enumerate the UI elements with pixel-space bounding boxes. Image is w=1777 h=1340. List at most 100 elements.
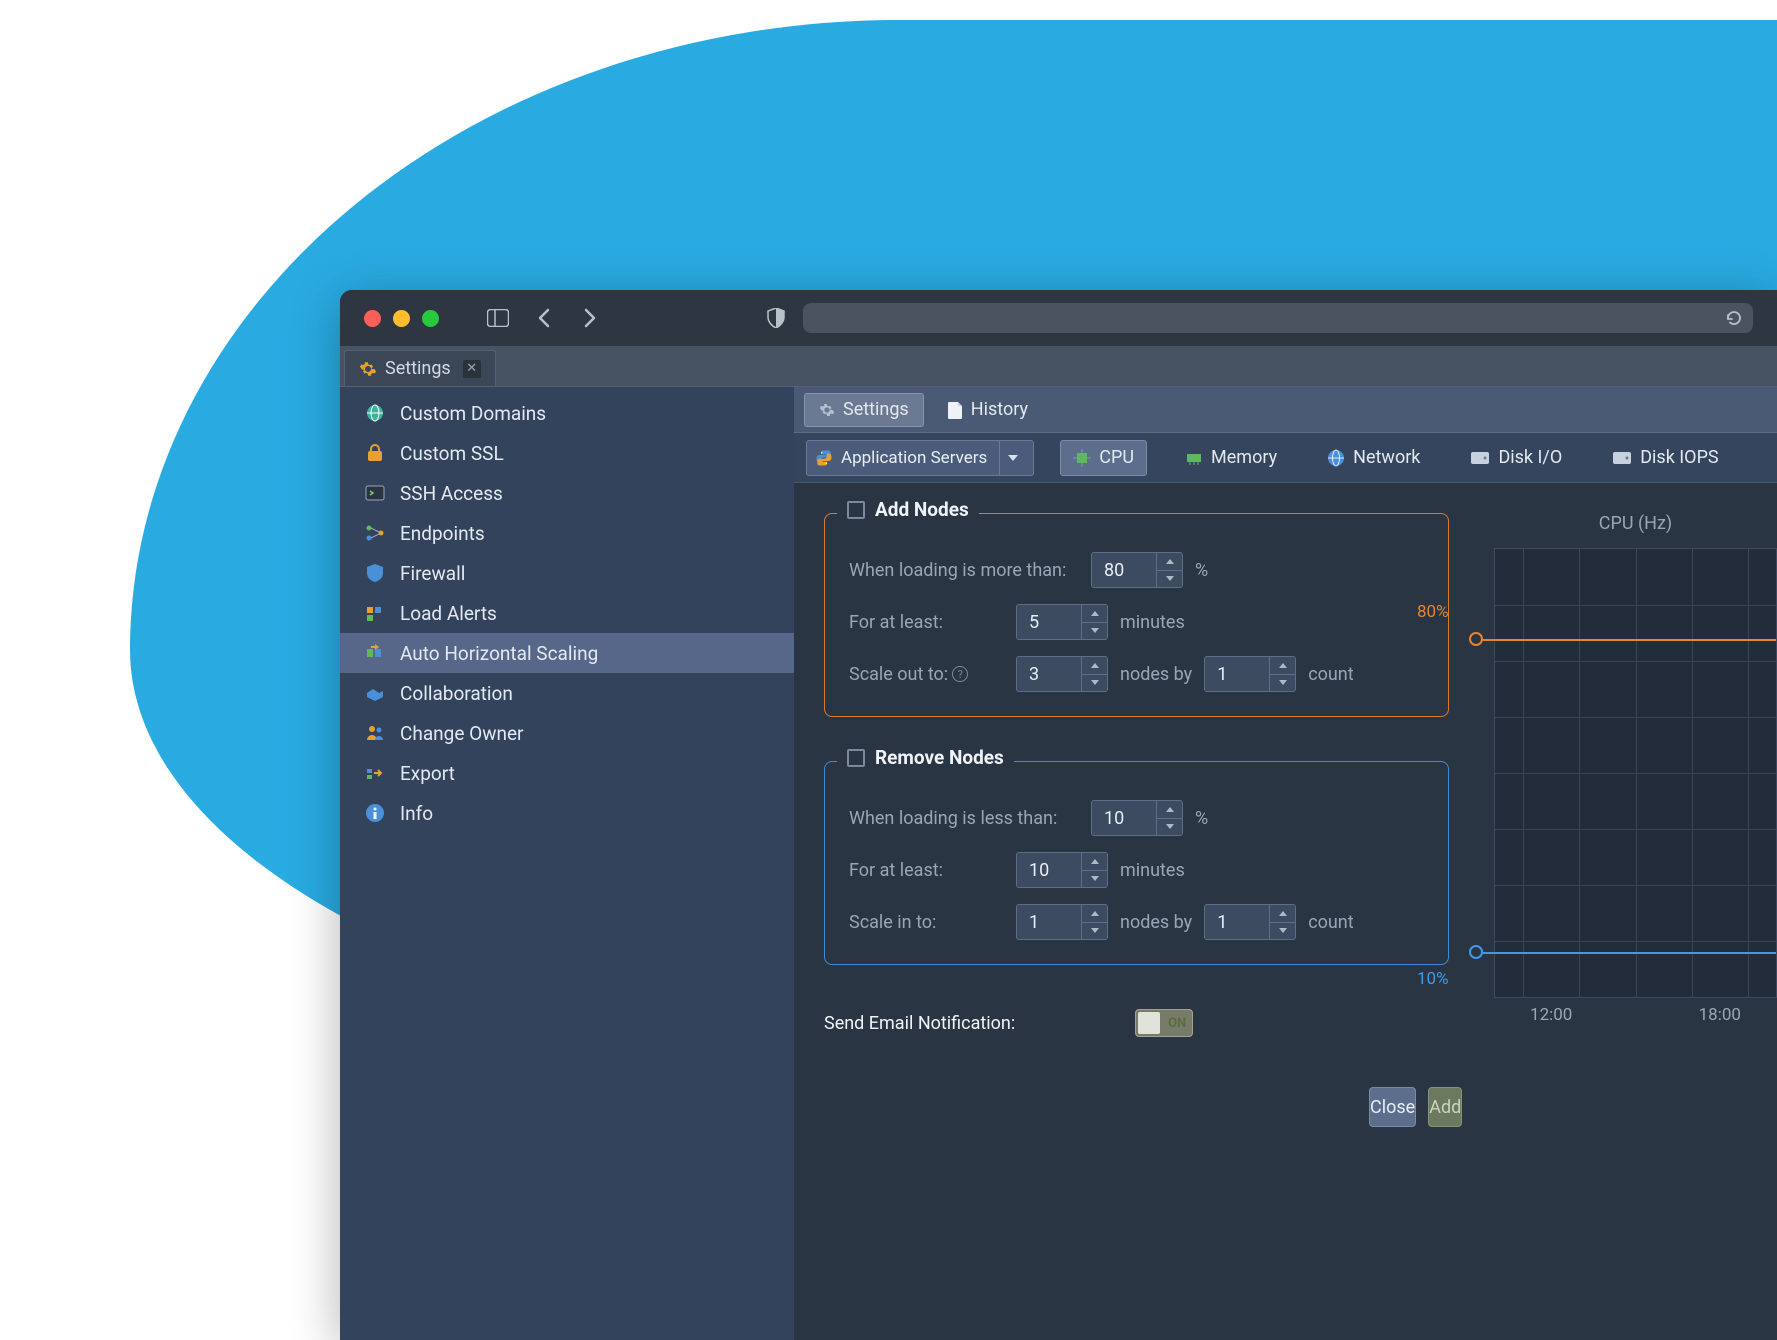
close-icon[interactable]: ✕ xyxy=(463,360,481,378)
export-icon xyxy=(364,762,386,784)
add-duration-input[interactable]: 5 xyxy=(1016,604,1108,640)
gear-icon xyxy=(819,402,835,418)
chart-title: CPU (Hz) xyxy=(1494,513,1777,534)
metric-disk-iops[interactable]: Disk IOPS xyxy=(1600,440,1730,476)
metric-label: CPU xyxy=(1099,447,1134,468)
close-button[interactable]: Close xyxy=(1369,1087,1416,1127)
scale-out-threshold-line xyxy=(1473,639,1776,641)
decrement-icon[interactable] xyxy=(1157,819,1182,836)
increment-icon[interactable] xyxy=(1157,801,1182,819)
url-bar[interactable] xyxy=(803,303,1753,333)
decrement-icon[interactable] xyxy=(1082,623,1107,640)
scale-out-threshold-handle[interactable] xyxy=(1469,632,1483,646)
sidebar-item-change-owner[interactable]: Change Owner xyxy=(340,713,794,753)
metric-network[interactable]: Network xyxy=(1315,440,1432,476)
metric-disk-io[interactable]: Disk I/O xyxy=(1458,440,1574,476)
scale-out-threshold-label: 80% xyxy=(1417,602,1449,622)
load-threshold-label: When loading is more than: xyxy=(849,560,1079,581)
add-scale-by-input[interactable]: 1 xyxy=(1204,656,1296,692)
decrement-icon[interactable] xyxy=(1082,871,1107,888)
remove-scale-to-input[interactable]: 1 xyxy=(1016,904,1108,940)
add-nodes-checkbox[interactable] xyxy=(847,501,865,519)
increment-icon[interactable] xyxy=(1157,553,1182,571)
increment-icon[interactable] xyxy=(1082,905,1107,923)
forward-button[interactable] xyxy=(577,305,603,331)
sidebar-toggle-icon[interactable] xyxy=(485,305,511,331)
nodes-by-label: nodes by xyxy=(1120,912,1192,933)
decrement-icon[interactable] xyxy=(1082,923,1107,940)
sidebar-item-auto-horizontal-scaling[interactable]: Auto Horizontal Scaling xyxy=(340,633,794,673)
minimize-window-icon[interactable] xyxy=(393,310,410,327)
email-notification-label: Send Email Notification: xyxy=(824,1013,1015,1034)
increment-icon[interactable] xyxy=(1270,657,1295,675)
decrement-icon[interactable] xyxy=(1270,675,1295,692)
sidebar-item-collaboration[interactable]: Collaboration xyxy=(340,673,794,713)
metric-toolbar: Application Servers CPU Memory Network D… xyxy=(794,433,1777,483)
increment-icon[interactable] xyxy=(1082,853,1107,871)
sidebar-item-label: Collaboration xyxy=(400,682,513,705)
sidebar-item-info[interactable]: Info xyxy=(340,793,794,833)
browser-toolbar xyxy=(340,290,1777,346)
increment-icon[interactable] xyxy=(1082,605,1107,623)
tab-settings[interactable]: Settings ✕ xyxy=(344,350,496,386)
metric-memory[interactable]: Memory xyxy=(1173,440,1289,476)
users-icon xyxy=(364,722,386,744)
settings-sidebar: Custom Domains Custom SSL SSH Access End… xyxy=(340,387,794,1340)
x-axis-tick: 12:00 xyxy=(1530,1005,1572,1025)
metric-label: Disk IOPS xyxy=(1640,447,1718,468)
main-panel: Settings History Application Servers CPU… xyxy=(794,387,1777,1340)
remove-scale-by-input[interactable]: 1 xyxy=(1204,904,1296,940)
add-scale-to-input[interactable]: 3 xyxy=(1016,656,1108,692)
browser-window: Settings ✕ Custom Domains Custom SSL SSH… xyxy=(340,290,1777,1340)
close-window-icon[interactable] xyxy=(364,310,381,327)
sub-tab-history[interactable]: History xyxy=(934,393,1042,427)
remove-nodes-panel: Remove Nodes When loading is less than: … xyxy=(824,761,1449,965)
increment-icon[interactable] xyxy=(1082,657,1107,675)
sidebar-item-label: Custom Domains xyxy=(400,402,546,425)
reload-icon[interactable] xyxy=(1725,309,1743,327)
sidebar-item-custom-ssl[interactable]: Custom SSL xyxy=(340,433,794,473)
decrement-icon[interactable] xyxy=(1157,571,1182,588)
network-icon xyxy=(1327,449,1345,467)
memory-icon xyxy=(1185,449,1203,467)
sidebar-item-label: Info xyxy=(400,802,433,825)
sidebar-item-endpoints[interactable]: Endpoints xyxy=(340,513,794,553)
sidebar-item-label: Firewall xyxy=(400,562,465,585)
scale-in-threshold-handle[interactable] xyxy=(1469,945,1483,959)
metric-label: Network xyxy=(1353,447,1420,468)
load-threshold-label: When loading is less than: xyxy=(849,808,1079,829)
add-button[interactable]: Add xyxy=(1428,1087,1462,1127)
sidebar-item-ssh[interactable]: SSH Access xyxy=(340,473,794,513)
sidebar-item-label: Auto Horizontal Scaling xyxy=(400,642,598,665)
disk-icon xyxy=(1470,451,1490,465)
tab-label: Settings xyxy=(385,358,451,379)
sidebar-item-custom-domains[interactable]: Custom Domains xyxy=(340,393,794,433)
add-nodes-panel: Add Nodes When loading is more than: 80 … xyxy=(824,513,1449,717)
sidebar-item-firewall[interactable]: Firewall xyxy=(340,553,794,593)
privacy-shield-icon[interactable] xyxy=(763,305,789,331)
globe-icon xyxy=(364,402,386,424)
metric-cpu[interactable]: CPU xyxy=(1060,440,1147,476)
scale-out-label: Scale out to: xyxy=(849,664,948,685)
add-load-value-input[interactable]: 80 xyxy=(1091,552,1183,588)
scale-in-threshold-line xyxy=(1473,952,1776,954)
email-notification-toggle[interactable]: ON xyxy=(1135,1009,1193,1037)
unit-count: count xyxy=(1308,912,1353,933)
decrement-icon[interactable] xyxy=(1270,923,1295,940)
back-button[interactable] xyxy=(531,305,557,331)
remove-load-value-input[interactable]: 10 xyxy=(1091,800,1183,836)
remove-duration-input[interactable]: 10 xyxy=(1016,852,1108,888)
server-select[interactable]: Application Servers xyxy=(806,440,1034,476)
decrement-icon[interactable] xyxy=(1082,675,1107,692)
scale-in-threshold-label: 10% xyxy=(1417,969,1449,989)
remove-nodes-checkbox[interactable] xyxy=(847,749,865,767)
alerts-icon xyxy=(364,602,386,624)
scaling-icon xyxy=(364,642,386,664)
unit-minutes: minutes xyxy=(1120,860,1185,881)
help-icon[interactable]: ? xyxy=(952,666,968,682)
sub-tab-settings[interactable]: Settings xyxy=(804,393,924,427)
sidebar-item-export[interactable]: Export xyxy=(340,753,794,793)
maximize-window-icon[interactable] xyxy=(422,310,439,327)
increment-icon[interactable] xyxy=(1270,905,1295,923)
sidebar-item-load-alerts[interactable]: Load Alerts xyxy=(340,593,794,633)
